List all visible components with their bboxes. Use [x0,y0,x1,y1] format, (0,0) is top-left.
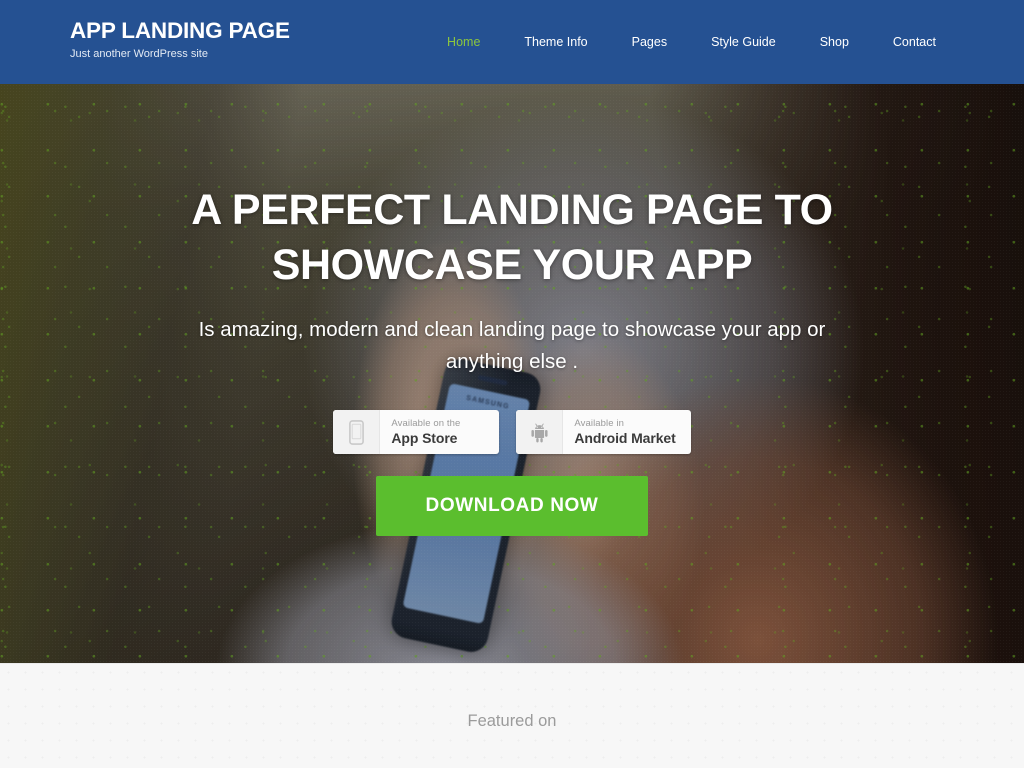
app-store-badge[interactable]: Available on the App Store [333,410,500,454]
android-market-badge-small-label: Available in [574,418,624,429]
app-store-badge-small-label: Available on the [391,418,461,429]
download-now-button[interactable]: DOWNLOAD NOW [376,476,648,536]
featured-on-section: Featured on [0,663,1024,768]
nav-item-style-guide[interactable]: Style Guide [689,0,798,84]
hero-subheadline: Is amazing, modern and clean landing pag… [198,318,826,373]
site-branding[interactable]: APP LANDING PAGE Just another WordPress … [70,19,290,60]
hero-headline: A PERFECT LANDING PAGE TO SHOWCASE YOUR … [191,186,833,289]
phone-icon [333,410,381,454]
nav-item-contact[interactable]: Contact [871,0,958,84]
main-navigation: Home Theme Info Pages Style Guide Shop C… [425,0,958,84]
app-store-badge-text: Available on the App Store [380,410,475,454]
android-market-badge-text: Available in Android Market [563,410,690,454]
nav-item-theme-info[interactable]: Theme Info [502,0,609,84]
app-store-badge-big-label: App Store [391,430,458,446]
android-robot-icon [516,410,564,454]
site-title[interactable]: APP LANDING PAGE [70,19,290,43]
hero-section: SAMSUNG A PERFECT LANDING PAGE TO SHOWCA… [0,84,1024,663]
hero-content: A PERFECT LANDING PAGE TO SHOWCASE YOUR … [0,84,1024,663]
android-market-badge[interactable]: Available in Android Market [516,410,691,454]
featured-on-label: Featured on [467,712,557,730]
site-header: APP LANDING PAGE Just another WordPress … [0,0,1024,84]
nav-item-pages[interactable]: Pages [610,0,689,84]
nav-item-shop[interactable]: Shop [798,0,871,84]
android-market-badge-big-label: Android Market [574,430,676,446]
nav-item-home[interactable]: Home [425,0,502,84]
site-tagline: Just another WordPress site [70,47,208,60]
store-badges-group: Available on the App Store Available in … [333,410,691,454]
